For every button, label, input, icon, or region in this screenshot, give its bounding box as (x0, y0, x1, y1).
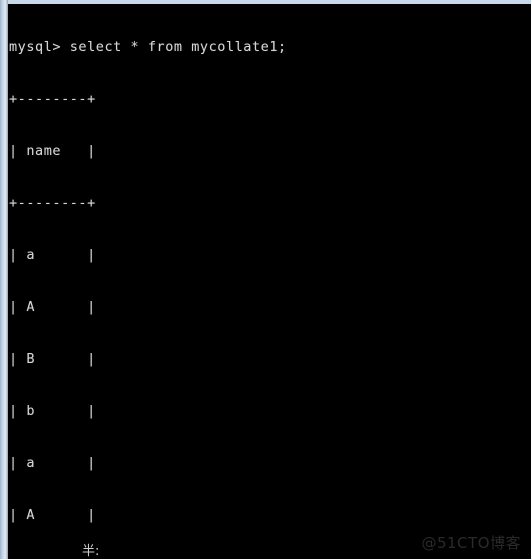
terminal-line: +--------+ (9, 194, 96, 211)
terminal-window: mysql> select * from mycollate1; +------… (0, 0, 531, 559)
terminal-line: | B | (9, 350, 96, 367)
window-left-edge-scrollbar[interactable] (0, 0, 8, 559)
terminal-line: | A | (9, 298, 96, 315)
ime-mode-indicator: 半: (82, 544, 100, 559)
terminal-line: | b | (9, 402, 96, 419)
terminal-line: | a | (9, 454, 96, 471)
terminal-line: mysql> select * from mycollate1; (9, 38, 287, 55)
terminal-line: | A | (9, 506, 96, 523)
terminal-line: | name | (9, 142, 96, 159)
terminal-line: | a | (9, 246, 96, 263)
terminal-line: +--------+ (9, 90, 96, 107)
watermark-label: @51CTO博客 (421, 534, 521, 552)
terminal-output[interactable]: mysql> select * from mycollate1; +------… (9, 4, 531, 559)
